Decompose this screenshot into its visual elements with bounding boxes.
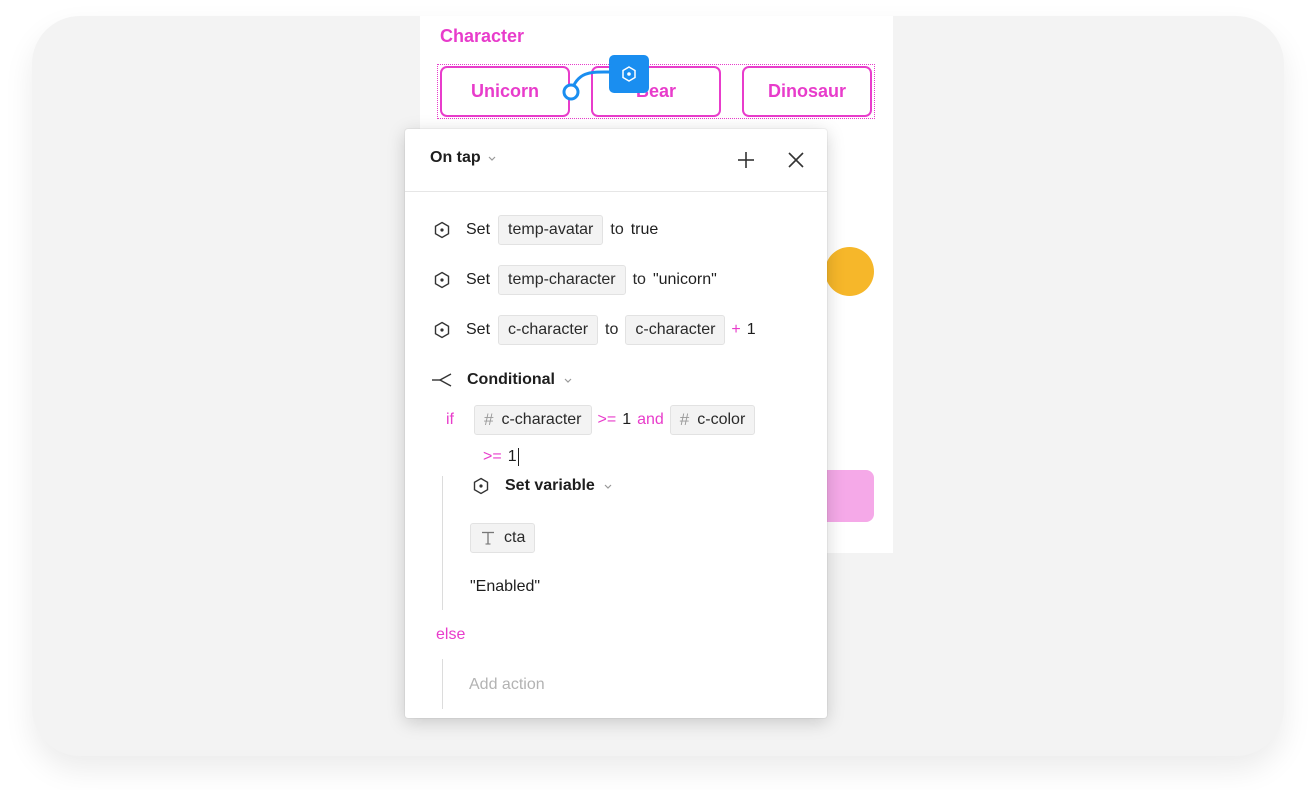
- variable-icon: [622, 66, 636, 82]
- value-text[interactable]: "Enabled": [470, 578, 540, 596]
- interaction-badge[interactable]: [609, 55, 649, 93]
- hash-icon: #: [679, 410, 690, 429]
- action-verb: Set: [466, 271, 491, 288]
- conditional-label: Conditional: [467, 371, 555, 388]
- to-keyword: to: [632, 271, 646, 288]
- nested-variable-row[interactable]: cta: [470, 523, 536, 553]
- variable-token[interactable]: temp-avatar: [498, 215, 604, 245]
- else-row: else: [436, 620, 465, 650]
- nested-action-row[interactable]: Set variable: [472, 471, 613, 501]
- chevron-down-icon: [488, 156, 496, 161]
- add-icon[interactable]: [735, 149, 757, 171]
- value-text[interactable]: "unicorn": [653, 271, 717, 289]
- variable-token[interactable]: # c-color: [669, 405, 756, 435]
- compare-value[interactable]: 1: [622, 411, 631, 429]
- add-action-placeholder[interactable]: Add action: [469, 676, 545, 694]
- operator: >=: [597, 411, 617, 428]
- conditional-row[interactable]: Conditional: [431, 365, 573, 395]
- hash-icon: #: [484, 410, 494, 429]
- chevron-down-icon: [564, 378, 572, 383]
- trigger-dropdown[interactable]: On tap: [430, 149, 497, 167]
- action-row[interactable]: Set temp-avatar to true: [433, 215, 658, 245]
- variable-icon: [434, 271, 450, 289]
- operator: >=: [483, 448, 502, 465]
- variable-token-label: cta: [504, 529, 526, 546]
- plus-operator: +: [731, 321, 741, 338]
- popover-header: On tap: [405, 129, 827, 192]
- text-type-icon: [482, 531, 494, 545]
- close-icon[interactable]: [785, 149, 807, 171]
- variable-token[interactable]: # c-character: [474, 405, 592, 435]
- trigger-label: On tap: [430, 149, 481, 166]
- else-keyword: else: [436, 626, 466, 643]
- variable-icon: [473, 477, 489, 495]
- variable-token[interactable]: cta: [470, 523, 536, 553]
- action-verb: Set: [466, 321, 491, 338]
- value-text[interactable]: true: [631, 221, 659, 239]
- action-row[interactable]: Set c-character to c-character + 1: [433, 315, 756, 345]
- value-token[interactable]: c-character: [625, 315, 726, 345]
- variable-token-label: c-character: [501, 411, 582, 428]
- connector-handle[interactable]: [562, 83, 580, 101]
- variable-icon: [434, 321, 450, 339]
- condition-expression[interactable]: if # c-character >= 1 and # c-color: [446, 405, 756, 435]
- variable-token[interactable]: c-character: [498, 315, 599, 345]
- to-keyword: to: [605, 321, 619, 338]
- variable-token-label: c-color: [697, 411, 746, 428]
- interaction-popover: On tap Set temp-avatar to true Set temp-…: [405, 129, 827, 718]
- chevron-down-icon: [604, 484, 612, 489]
- action-verb: Set: [466, 221, 491, 238]
- to-keyword: to: [610, 221, 624, 238]
- variable-icon: [434, 221, 450, 239]
- action-row[interactable]: Set temp-character to "unicorn": [433, 265, 717, 295]
- branch-line: [442, 476, 443, 610]
- branch-icon: [432, 373, 452, 387]
- nested-value-row[interactable]: "Enabled": [470, 572, 540, 602]
- if-keyword: if: [446, 411, 454, 428]
- variable-token[interactable]: temp-character: [498, 265, 626, 295]
- condition-expression-cont[interactable]: >= 1: [483, 442, 519, 472]
- add-action-row[interactable]: Add action: [469, 670, 545, 700]
- branch-line: [442, 659, 443, 709]
- compare-value-input[interactable]: 1: [508, 448, 519, 466]
- and-keyword: and: [637, 411, 664, 428]
- set-variable-label: Set variable: [505, 477, 595, 494]
- operand-text[interactable]: 1: [747, 321, 756, 339]
